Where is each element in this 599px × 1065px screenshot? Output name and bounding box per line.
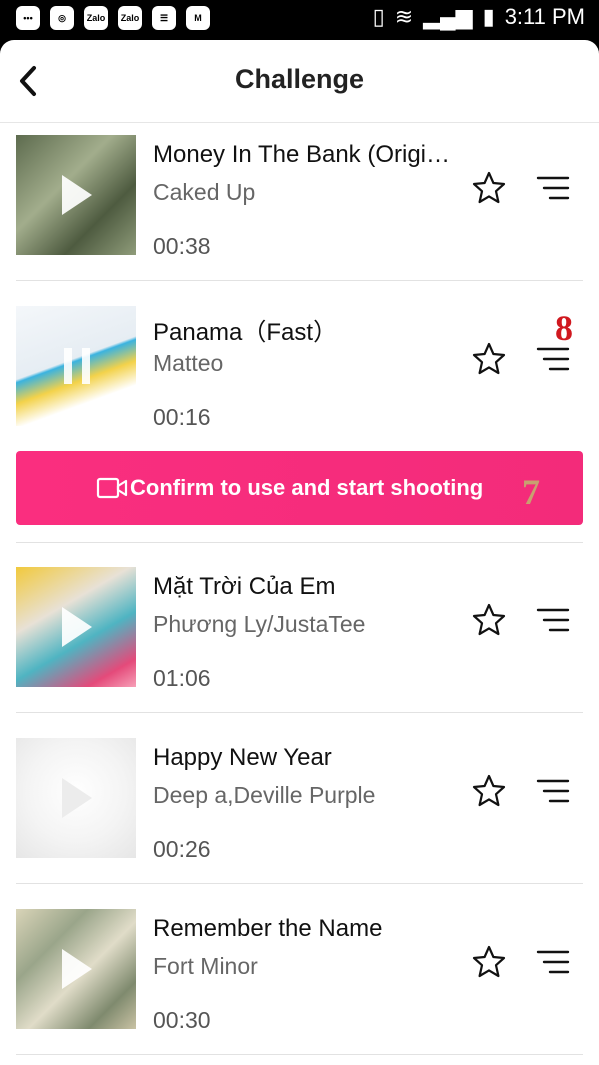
battery-icon: ▮ [482, 4, 495, 29]
song-duration: 01:06 [153, 665, 211, 691]
song-duration: 00:16 [153, 404, 211, 430]
menu-icon[interactable] [536, 607, 570, 633]
song-title: Remember the Name [153, 915, 383, 942]
song-artist: Phương Ly/JustaTee [153, 611, 366, 637]
confirm-shooting-button[interactable]: Confirm to use and start shooting [16, 451, 583, 525]
song-cover[interactable] [16, 306, 136, 426]
song-cover[interactable] [16, 567, 136, 687]
status-bar: ••• ◎ Zalo Zalo ☰ M ▯ ≋ ▂▄▆ ▮ 3:11 PM [0, 0, 599, 40]
play-icon[interactable] [62, 778, 92, 818]
favorite-star-icon[interactable] [471, 602, 507, 638]
signal-icon: ▂▄▆ [423, 4, 473, 29]
row-divider [16, 712, 583, 713]
vibrate-icon: ▯ [372, 4, 385, 29]
chrome-icon: ◎ [50, 6, 74, 30]
favorite-star-icon[interactable] [471, 170, 507, 206]
play-icon[interactable] [62, 607, 92, 647]
song-duration: 00:38 [153, 233, 211, 259]
song-row[interactable]: Money In The Bank (Original Mix) Caked U… [0, 123, 599, 293]
menu-icon[interactable] [536, 949, 570, 975]
row-divider [16, 280, 583, 281]
song-cover[interactable] [16, 909, 136, 1029]
song-title: Mặt Trời Của Em [153, 573, 336, 600]
zalo-icon: Zalo [118, 6, 142, 30]
song-title: Money In The Bank (Original Mix) [153, 141, 453, 168]
row-divider [16, 883, 583, 884]
song-title: Panama（Fast） [153, 319, 338, 346]
song-row[interactable]: Mặt Trời Của Em Phương Ly/JustaTee 01:06 [0, 555, 599, 725]
song-artist: Caked Up [153, 179, 256, 205]
song-cover[interactable] [16, 738, 136, 858]
header: Challenge [0, 40, 599, 122]
song-artist: Fort Minor [153, 953, 258, 979]
menu-icon[interactable] [536, 175, 570, 201]
song-row[interactable]: Remember the Name Fort Minor 00:30 [0, 897, 599, 1065]
camera-icon [96, 477, 128, 499]
play-icon[interactable] [62, 175, 92, 215]
song-cover[interactable] [16, 135, 136, 255]
wifi-icon: ≋ [394, 4, 414, 29]
annotation-marker-8: 8 [555, 308, 573, 348]
row-divider [16, 542, 583, 543]
favorite-star-icon[interactable] [471, 773, 507, 809]
favorite-star-icon[interactable] [471, 944, 507, 980]
song-row-selected[interactable]: Panama（Fast） Matteo 00:16 [0, 294, 599, 464]
screen: Challenge Money In The Bank (Original Mi… [0, 40, 599, 1065]
song-duration: 00:26 [153, 836, 211, 862]
play-icon[interactable] [62, 949, 92, 989]
song-artist: Deep a,Deville Purple [153, 782, 376, 808]
row-divider [16, 1054, 583, 1055]
pause-icon[interactable] [64, 348, 92, 384]
song-artist: Matteo [153, 350, 224, 376]
menu-icon[interactable] [536, 346, 570, 372]
zalo-icon: Zalo [84, 6, 108, 30]
annotation-marker-7: 7 [522, 472, 540, 512]
news-icon: ☰ [152, 6, 176, 30]
song-duration: 00:30 [153, 1007, 211, 1033]
gmail-icon: M [186, 6, 210, 30]
song-title: Happy New Year [153, 744, 332, 771]
clock: 3:11 PM [504, 4, 585, 29]
menu-icon[interactable] [536, 778, 570, 804]
chat-icon: ••• [16, 6, 40, 30]
confirm-button-label: Confirm to use and start shooting [130, 475, 484, 500]
song-row[interactable]: Happy New Year Deep a,Deville Purple 00:… [0, 726, 599, 896]
favorite-star-icon[interactable] [471, 341, 507, 377]
page-title: Challenge [234, 64, 365, 94]
